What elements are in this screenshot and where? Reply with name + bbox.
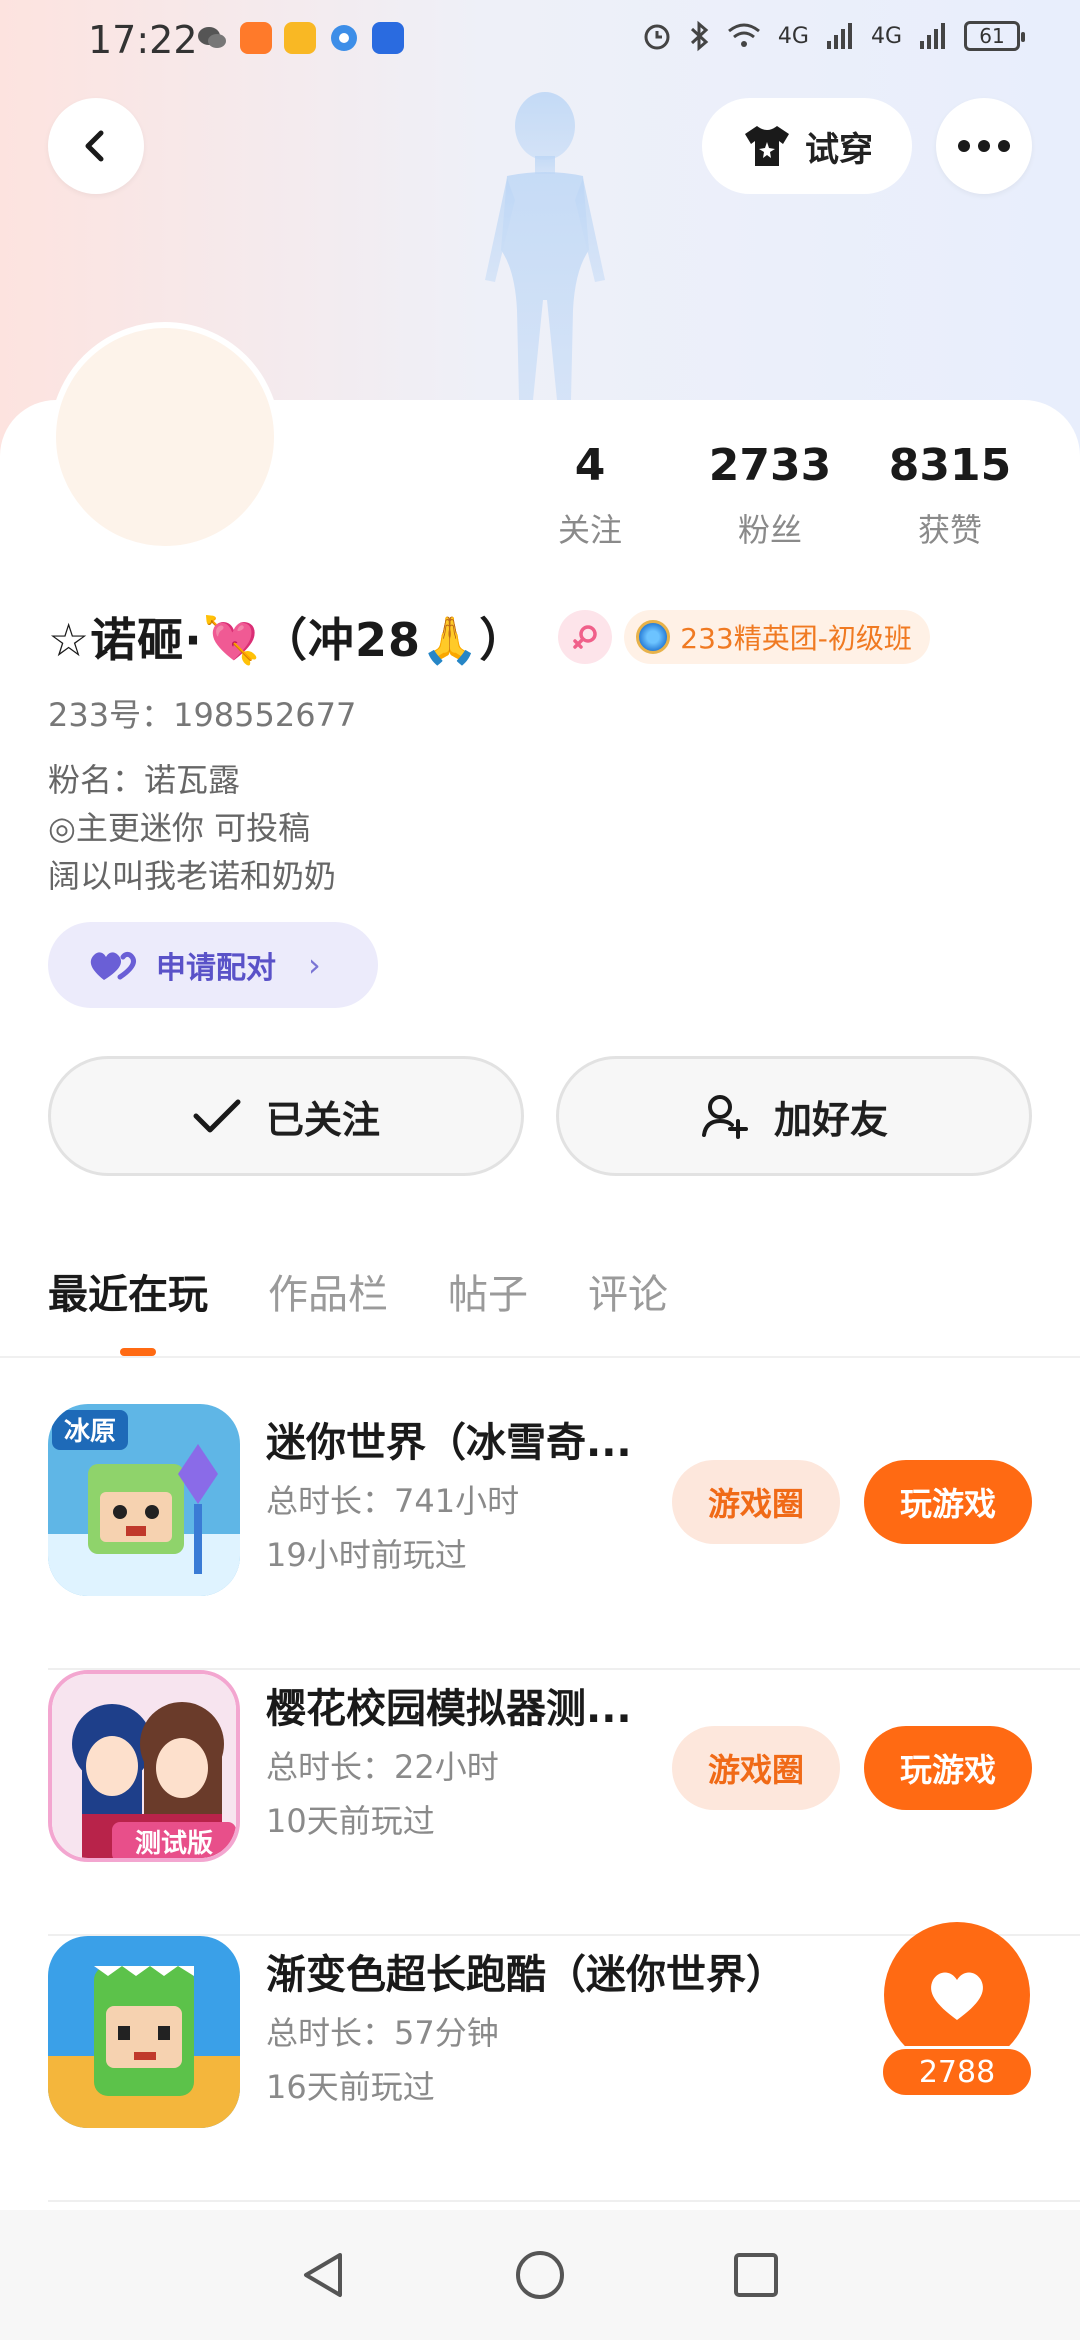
username: ☆诺砸·💘（冲28🙏） <box>48 613 527 667</box>
stat-following[interactable]: 4 关注 <box>500 440 680 551</box>
followed-button[interactable]: 已关注 <box>48 1056 524 1176</box>
follow-label: 已关注 <box>265 1097 380 1142</box>
bluetooth-icon <box>690 20 709 52</box>
tshirt-icon <box>745 126 789 166</box>
username-row: ☆诺砸·💘（冲28🙏） 233精英团-初级班 <box>48 604 930 670</box>
stat-fans[interactable]: 2733 粉丝 <box>680 440 860 551</box>
elite-group-label: 233精英团-初级班 <box>680 622 912 655</box>
stat-value: 2733 <box>708 440 832 491</box>
active-tab-indicator <box>120 1348 156 1356</box>
try-on-label: 试穿 <box>805 129 873 170</box>
game-duration: 总时长：57分钟 <box>266 2014 499 2052</box>
pair-label: 申请配对 <box>156 951 276 986</box>
browser-icon <box>331 25 357 51</box>
play-game-button[interactable]: 玩游戏 <box>864 1726 1032 1810</box>
game-circle-button[interactable]: 游戏圈 <box>672 1460 840 1544</box>
double-heart-icon <box>90 951 136 980</box>
nav-home-icon[interactable] <box>512 2247 568 2303</box>
elite-medal-icon <box>636 620 671 654</box>
game-duration: 总时长：22小时 <box>266 1748 499 1786</box>
status-bar: 17:22 4G 4G 61 <box>0 0 1080 80</box>
profile-tabs: 最近在玩 作品栏 帖子 评论 <box>48 1262 668 1320</box>
game-last-played: 10天前玩过 <box>266 1802 435 1840</box>
chevron-left-icon <box>85 130 104 162</box>
game-icon <box>48 1936 240 2128</box>
nav-back-icon[interactable] <box>296 2247 352 2303</box>
user-id: 233号：198552677 <box>48 696 357 734</box>
bio-line: 粉名：诺瓦露 <box>48 761 241 799</box>
alarm-icon <box>644 24 670 50</box>
game-icon-text: 测试版 <box>135 1829 213 1859</box>
signal-icon <box>920 23 945 49</box>
elite-group-badge[interactable]: 233精英团-初级班 <box>624 610 930 664</box>
floating-like-button[interactable]: 2788 <box>866 1922 1036 2102</box>
user-avatar[interactable] <box>50 322 280 552</box>
signal-icon <box>826 23 852 49</box>
add-user-icon <box>701 1095 748 1139</box>
game-title: 迷你世界（冰雪奇... <box>266 1420 632 1466</box>
tab-works[interactable]: 作品栏 <box>268 1262 388 1320</box>
battery-icon: 61 <box>964 21 1025 51</box>
game-icon: 测试版 <box>48 1670 240 1862</box>
stat-label: 获赞 <box>917 511 982 549</box>
try-on-button[interactable]: 试穿 <box>702 98 912 194</box>
bio-line: ◎主更迷你 可投稿 <box>48 809 311 847</box>
app-notification-icon <box>240 22 272 54</box>
avatar-3d-figure <box>485 92 605 400</box>
stat-label: 粉丝 <box>737 511 802 549</box>
profile-stats: 4 关注 2733 粉丝 8315 获赞 <box>500 440 1040 551</box>
tab-recently-played[interactable]: 最近在玩 <box>48 1262 208 1320</box>
user-bio: 粉名：诺瓦露 ◎主更迷你 可投稿 阔以叫我老诺和奶奶 <box>48 756 336 900</box>
checkmark-icon <box>193 1099 241 1133</box>
app-notification-icon <box>284 22 316 54</box>
add-friend-label: 加好友 <box>773 1097 888 1142</box>
like-count: 2788 <box>880 2046 1034 2098</box>
stat-value: 8315 <box>888 440 1012 491</box>
stat-value: 4 <box>574 440 606 491</box>
game-title: 樱花校园模拟器测... <box>266 1686 632 1732</box>
game-icon: 冰原 <box>48 1404 240 1596</box>
tab-divider <box>0 1356 1080 1358</box>
bio-line: 阔以叫我老诺和奶奶 <box>48 857 337 895</box>
more-options-button[interactable] <box>936 98 1032 194</box>
row-divider <box>48 2200 1080 2202</box>
system-status-icons: 4G 4G 61 <box>642 20 1025 52</box>
wifi-icon <box>727 23 760 47</box>
game-title: 渐变色超长跑酷（迷你世界） <box>266 1952 786 1998</box>
app-notification-icon <box>372 22 404 54</box>
back-button[interactable] <box>48 98 144 194</box>
tab-posts[interactable]: 帖子 <box>448 1262 528 1320</box>
game-icon-text: 冰原 <box>64 1417 116 1447</box>
stat-likes[interactable]: 8315 获赞 <box>860 440 1040 551</box>
play-game-button[interactable]: 玩游戏 <box>864 1460 1032 1544</box>
game-duration: 总时长：741小时 <box>266 1482 520 1520</box>
system-navigation-bar <box>0 2210 1080 2340</box>
game-list-item[interactable]: 冰原 迷你世界（冰雪奇... 总时长：741小时 19小时前玩过 游戏圈 玩游戏 <box>48 1404 1080 1670</box>
female-gender-icon <box>558 610 613 664</box>
wechat-icon <box>198 27 226 48</box>
more-dots-icon <box>958 140 1010 152</box>
network-type-label: 4G <box>870 23 902 49</box>
game-list-item[interactable]: 测试版 樱花校园模拟器测... 总时长：22小时 10天前玩过 游戏圈 玩游戏 <box>48 1670 1080 1936</box>
game-last-played: 19小时前玩过 <box>266 1536 467 1574</box>
stat-label: 关注 <box>557 511 622 549</box>
nav-recents-icon[interactable] <box>728 2247 784 2303</box>
network-type-label: 4G <box>777 23 809 49</box>
tab-comments[interactable]: 评论 <box>588 1262 668 1320</box>
add-friend-button[interactable]: 加好友 <box>556 1056 1032 1176</box>
game-last-played: 16天前玩过 <box>266 2068 435 2106</box>
request-pairing-button[interactable]: 申请配对 › <box>48 922 378 1008</box>
game-circle-button[interactable]: 游戏圈 <box>672 1726 840 1810</box>
notification-icons <box>196 22 404 54</box>
battery-level: 61 <box>979 24 1005 48</box>
status-time: 17:22 <box>88 18 198 62</box>
chevron-right-icon: › <box>308 946 321 984</box>
heart-icon <box>931 1972 983 2020</box>
